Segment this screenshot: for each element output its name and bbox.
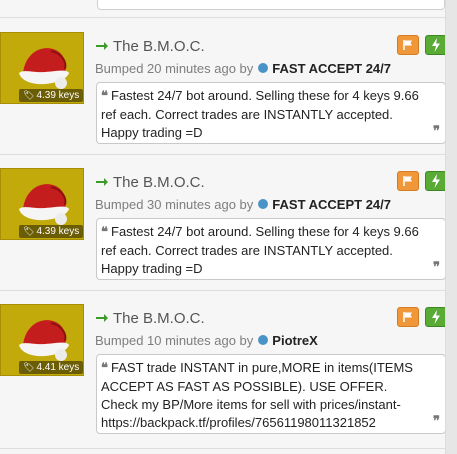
listing: 🏷 4.39 keys The B.M.O.C. Bumped 20 minute… [0, 32, 446, 168]
bump-info: Bumped 30 minutes ago by FAST ACCEPT 24/… [95, 196, 391, 212]
report-button[interactable] [397, 35, 419, 55]
listing: 🏷 4.41 keys The B.M.O.C. Bumped 10 minute… [0, 304, 446, 440]
quote-close-icon: ❞ [433, 414, 440, 429]
user-link[interactable]: PiotreX [272, 333, 318, 348]
quote-close-icon: ❞ [433, 124, 440, 139]
user-link[interactable]: FAST ACCEPT 24/7 [272, 61, 391, 76]
item-name[interactable]: The B.M.O.C. [113, 38, 205, 55]
comment-text[interactable]: FAST trade INSTANT in pure,MORE in items… [101, 360, 413, 430]
listing-comment: ❝ Fastest 24/7 bot around. Selling these … [96, 218, 446, 280]
arrow-right-icon [96, 178, 108, 186]
item-name[interactable]: The B.M.O.C. [113, 310, 205, 327]
listing-comment: ❝ FAST trade INSTANT in pure,MORE in item… [96, 354, 446, 434]
item-title-row[interactable]: The B.M.O.C. [95, 309, 205, 327]
price-label: 4.39 keys [36, 90, 80, 101]
report-button[interactable] [397, 171, 419, 191]
bump-info: Bumped 10 minutes ago by PiotreX [95, 332, 318, 348]
divider [0, 290, 446, 291]
santa-hat-icon [19, 184, 69, 225]
item-thumbnail[interactable]: 🏷 4.41 keys [0, 304, 84, 376]
online-status-icon [258, 63, 269, 73]
lightning-bolt-icon [432, 38, 440, 52]
flag-icon [403, 40, 412, 50]
tag-icon: 🏷 [23, 362, 35, 372]
bumped-text: Bumped 10 minutes ago by [95, 332, 254, 348]
scrollbar[interactable] [445, 0, 457, 454]
comment-text: Fastest 24/7 bot around. Selling these f… [101, 88, 419, 140]
item-title-row[interactable]: The B.M.O.C. [95, 37, 205, 55]
listings-panel: 🏷 4.39 keys The B.M.O.C. Bumped 20 minute… [0, 0, 446, 454]
quote-open-icon: ❝ [101, 361, 108, 376]
instant-trade-button[interactable] [425, 35, 446, 55]
lightning-bolt-icon [432, 310, 440, 324]
item-thumbnail[interactable]: 🏷 4.39 keys [0, 168, 84, 240]
arrow-right-icon [96, 42, 108, 50]
listing-comment: ❝ Fastest 24/7 bot around. Selling these … [96, 82, 446, 144]
listing: 🏷 4.39 keys The B.M.O.C. Bumped 30 minute… [0, 168, 446, 304]
quote-open-icon: ❝ [101, 89, 108, 104]
flag-icon [403, 312, 412, 322]
report-button[interactable] [397, 307, 419, 327]
price-tag: 🏷 4.41 keys [19, 361, 84, 374]
instant-trade-button[interactable] [425, 307, 446, 327]
tag-icon: 🏷 [23, 226, 35, 236]
bump-info: Bumped 20 minutes ago by FAST ACCEPT 24/… [95, 60, 391, 76]
user-link[interactable]: FAST ACCEPT 24/7 [272, 197, 391, 212]
quote-open-icon: ❝ [101, 225, 108, 240]
price-label: 4.39 keys [36, 226, 80, 237]
tag-icon: 🏷 [23, 90, 35, 100]
flag-icon [403, 176, 412, 186]
online-status-icon [258, 335, 269, 345]
price-tag: 🏷 4.39 keys [19, 225, 84, 238]
divider [0, 154, 446, 155]
bumped-text: Bumped 20 minutes ago by [95, 60, 254, 76]
instant-trade-button[interactable] [425, 171, 446, 191]
price-tag: 🏷 4.39 keys [19, 89, 84, 102]
item-name[interactable]: The B.M.O.C. [113, 174, 205, 191]
santa-hat-icon [19, 48, 69, 89]
lightning-bolt-icon [432, 174, 440, 188]
arrow-right-icon [96, 314, 108, 322]
comment-text: Fastest 24/7 bot around. Selling these f… [101, 224, 419, 276]
bumped-text: Bumped 30 minutes ago by [95, 196, 254, 212]
divider [0, 17, 446, 18]
previous-listing-comment [97, 0, 445, 10]
divider [0, 448, 446, 449]
item-thumbnail[interactable]: 🏷 4.39 keys [0, 32, 84, 104]
item-title-row[interactable]: The B.M.O.C. [95, 173, 205, 191]
online-status-icon [258, 199, 269, 209]
price-label: 4.41 keys [36, 362, 80, 373]
quote-close-icon: ❞ [433, 260, 440, 275]
santa-hat-icon [19, 320, 69, 361]
